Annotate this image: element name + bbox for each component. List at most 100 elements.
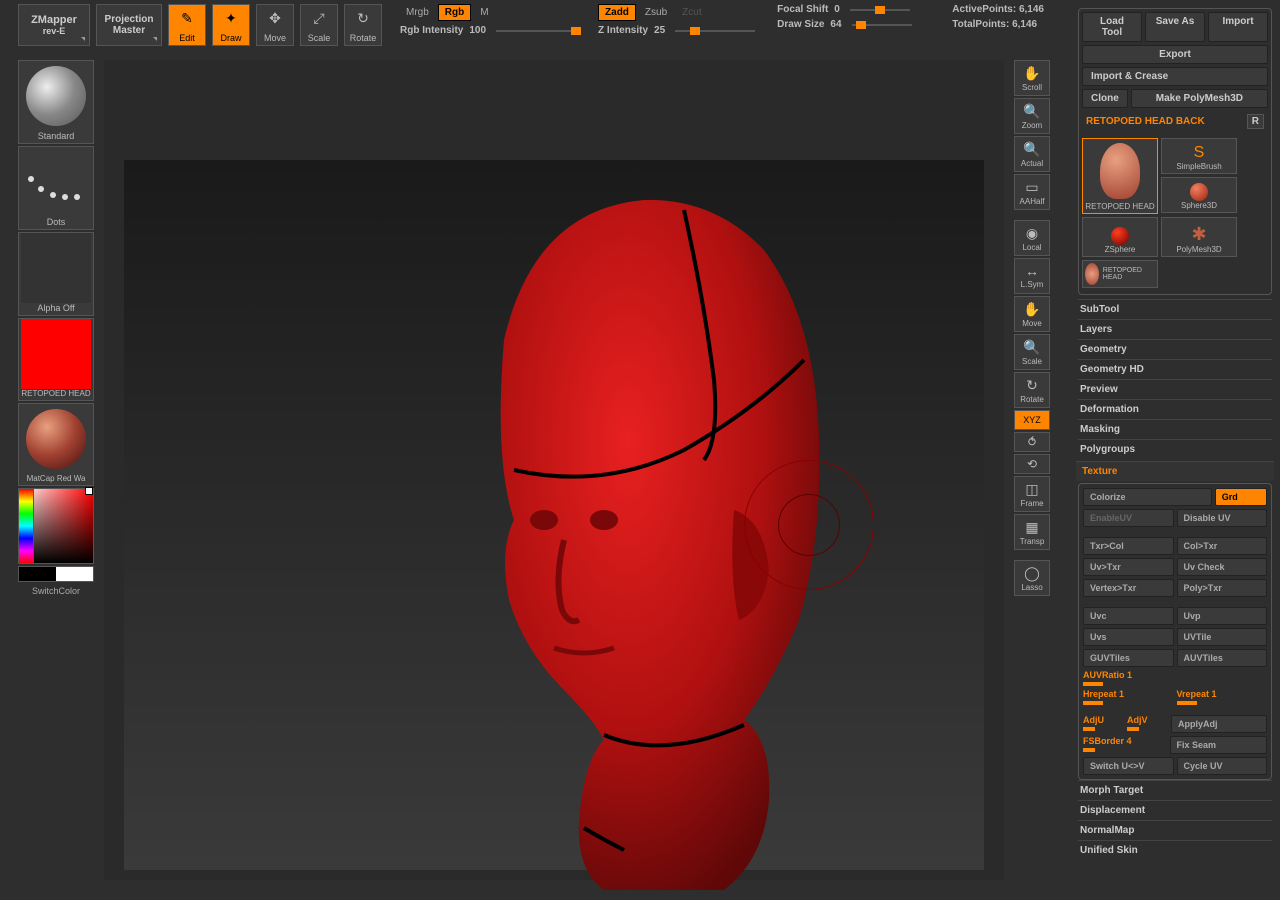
fsborder-slider[interactable]: FSBorder 4 — [1083, 736, 1167, 754]
rotate-tool[interactable]: ↻Rotate — [1014, 372, 1050, 408]
hand-icon: ✋ — [1023, 65, 1040, 82]
accordion-subtool[interactable]: SubTool — [1078, 299, 1272, 319]
accordion-deformation[interactable]: Deformation — [1078, 399, 1272, 419]
switchuv-button[interactable]: Switch U<>V — [1083, 757, 1174, 775]
adju-slider[interactable]: AdjU — [1083, 715, 1124, 733]
accordion-geometry[interactable]: Geometry — [1078, 339, 1272, 359]
load-tool-button[interactable]: Load Tool — [1082, 12, 1142, 42]
switch-color-button[interactable]: SwitchColor — [18, 586, 94, 596]
move-tool[interactable]: ✋Move — [1014, 296, 1050, 332]
zadd-mode[interactable]: Zadd — [598, 4, 636, 21]
mrgb-mode[interactable]: Mrgb — [400, 5, 435, 20]
tool-thumb-sphere3d[interactable]: Sphere3D — [1161, 177, 1237, 213]
save-as-button[interactable]: Save As — [1145, 12, 1205, 42]
y-tool[interactable]: ⥀ — [1014, 432, 1050, 452]
import-button[interactable]: Import — [1208, 12, 1268, 42]
uv-txr-button[interactable]: Uv>Txr — [1083, 558, 1174, 576]
uvc-button[interactable]: Uvc — [1083, 607, 1174, 625]
rotate-button[interactable]: ↻Rotate — [344, 4, 382, 46]
clone-button[interactable]: Clone — [1082, 89, 1128, 108]
accordion-displacement[interactable]: Displacement — [1078, 800, 1272, 820]
accordion-preview[interactable]: Preview — [1078, 379, 1272, 399]
z-intensity-slider[interactable] — [675, 30, 755, 32]
zmapper-label: ZMapper — [31, 14, 77, 26]
edit-button[interactable]: ✎Edit — [168, 4, 206, 46]
projection-master-dropdown[interactable]: Projection Master — [96, 4, 162, 46]
accordion-masking[interactable]: Masking — [1078, 419, 1272, 439]
zoom-tool[interactable]: 🔍Zoom — [1014, 98, 1050, 134]
z-tool[interactable]: ⟲ — [1014, 454, 1050, 474]
rgb-intensity-slider[interactable] — [496, 30, 576, 32]
focal-shift-slider[interactable] — [850, 9, 910, 11]
viewport[interactable] — [124, 160, 984, 870]
frame-tool[interactable]: ◫Frame — [1014, 476, 1050, 512]
disableuv-button[interactable]: Disable UV — [1177, 509, 1268, 527]
grd-button[interactable]: Grd — [1215, 488, 1267, 506]
tool-thumb-retopoed[interactable]: RETOPOED HEAD — [1082, 138, 1158, 214]
accordion-morph-target[interactable]: Morph Target — [1078, 780, 1272, 800]
tool-thumb-simplebrush[interactable]: S SimpleBrush — [1161, 138, 1237, 174]
lsym-tool[interactable]: ↔L.Sym — [1014, 258, 1050, 294]
transp-tool[interactable]: ▦Transp — [1014, 514, 1050, 550]
col-txr-button[interactable]: Col>Txr — [1177, 537, 1268, 555]
m-mode[interactable]: M — [474, 5, 494, 20]
poly-txr-button[interactable]: Poly>Txr — [1177, 579, 1268, 597]
vrepeat-slider[interactable]: Vrepeat 1 — [1177, 689, 1268, 705]
move-button[interactable]: ✥Move — [256, 4, 294, 46]
accordion-normalmap[interactable]: NormalMap — [1078, 820, 1272, 840]
zmapper-dropdown[interactable]: ZMapper rev-E — [18, 4, 90, 46]
applyadj-button[interactable]: ApplyAdj — [1171, 715, 1267, 733]
stroke-selector[interactable]: Dots — [18, 146, 94, 230]
make-polymesh-button[interactable]: Make PolyMesh3D — [1131, 89, 1268, 108]
canvas-area[interactable] — [104, 60, 1004, 880]
rgb-mode[interactable]: Rgb — [438, 4, 471, 21]
accordion-geometry-hd[interactable]: Geometry HD — [1078, 359, 1272, 379]
r-button[interactable]: R — [1247, 114, 1264, 129]
texture-selector[interactable]: RETOPOED HEAD — [18, 318, 94, 401]
accordion-polygroups[interactable]: Polygroups — [1078, 439, 1272, 459]
tool-thumb-polymesh3d[interactable]: ✱ PolyMesh3D — [1161, 217, 1237, 257]
auvratio-slider[interactable]: AUVRatio 1 — [1083, 670, 1267, 686]
auvtiles-button[interactable]: AUVTiles — [1177, 649, 1268, 667]
aahalf-tool[interactable]: ▭AAHalf — [1014, 174, 1050, 210]
txr-col-button[interactable]: Txr>Col — [1083, 537, 1174, 555]
enableuv-button[interactable]: EnableUV — [1083, 509, 1174, 527]
uv-check-button[interactable]: Uv Check — [1177, 558, 1268, 576]
zsub-mode[interactable]: Zsub — [639, 5, 673, 20]
zoom-icon: 🔍 — [1023, 103, 1040, 120]
zcut-mode[interactable]: Zcut — [676, 5, 707, 20]
alpha-selector[interactable]: Alpha Off — [18, 232, 94, 316]
draw-size-slider[interactable] — [852, 24, 912, 26]
guvtiles-button[interactable]: GUVTiles — [1083, 649, 1174, 667]
xyz-tool[interactable]: XYZ — [1014, 410, 1050, 430]
scroll-tool[interactable]: ✋Scroll — [1014, 60, 1050, 96]
import-crease-button[interactable]: Import & Crease — [1082, 67, 1268, 86]
tool-thumb-retopoed2[interactable]: RETOPOED HEAD — [1082, 260, 1158, 288]
scale-tool[interactable]: 🔍Scale — [1014, 334, 1050, 370]
uvs-button[interactable]: Uvs — [1083, 628, 1174, 646]
material-selector[interactable]: MatCap Red Wa — [18, 403, 94, 486]
uvtile-button[interactable]: UVTile — [1177, 628, 1268, 646]
brush-selector[interactable]: Standard — [18, 60, 94, 144]
accordion-unified-skin[interactable]: Unified Skin — [1078, 840, 1272, 860]
fixseam-button[interactable]: Fix Seam — [1170, 736, 1268, 754]
export-button[interactable]: Export — [1082, 45, 1268, 64]
accordion-layers[interactable]: Layers — [1078, 319, 1272, 339]
bw-swatches[interactable] — [18, 566, 94, 582]
scale-button[interactable]: ⤢Scale — [300, 4, 338, 46]
colorize-button[interactable]: Colorize — [1083, 488, 1212, 506]
adjv-slider[interactable]: AdjV — [1127, 715, 1168, 733]
actual-tool[interactable]: 🔍Actual — [1014, 136, 1050, 172]
hue-slider[interactable] — [18, 488, 34, 564]
color-picker[interactable] — [18, 488, 94, 564]
accordion-texture[interactable]: Texture — [1076, 461, 1274, 481]
local-tool[interactable]: ◉Local — [1014, 220, 1050, 256]
vertex-txr-button[interactable]: Vertex>Txr — [1083, 579, 1174, 597]
draw-button[interactable]: ✦Draw — [212, 4, 250, 46]
draw-size-value: 64 — [830, 19, 841, 30]
hrepeat-slider[interactable]: Hrepeat 1 — [1083, 689, 1174, 705]
tool-thumb-zsphere[interactable]: ZSphere — [1082, 217, 1158, 257]
cycleuv-button[interactable]: Cycle UV — [1177, 757, 1268, 775]
lasso-tool[interactable]: ◯Lasso — [1014, 560, 1050, 596]
uvp-button[interactable]: Uvp — [1177, 607, 1268, 625]
